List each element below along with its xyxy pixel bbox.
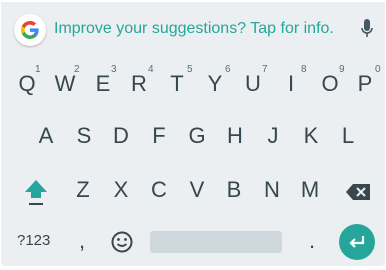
microphone-icon[interactable] [361, 19, 373, 44]
key-o[interactable]: O [319, 70, 341, 98]
key-d[interactable]: D [111, 122, 131, 150]
key-q[interactable]: Q [17, 70, 37, 98]
key-hint-5: 5 [187, 64, 193, 75]
key-m[interactable]: M [299, 176, 321, 204]
key-t[interactable]: T [167, 70, 187, 98]
keyboard: Improve your suggestions? Tap for info. … [1, 2, 385, 266]
key-w[interactable]: W [53, 70, 77, 98]
key-s[interactable]: S [74, 122, 94, 150]
key-hint-8: 8 [301, 64, 307, 75]
key-i[interactable]: I [283, 70, 299, 98]
key-u[interactable]: U [243, 70, 263, 98]
key-hint-0: 0 [375, 64, 381, 75]
period-key[interactable]: . [309, 228, 315, 254]
key-b[interactable]: B [224, 176, 244, 204]
backspace-icon[interactable] [346, 184, 370, 205]
key-y[interactable]: Y [205, 70, 225, 98]
key-k[interactable]: K [301, 122, 321, 150]
key-v[interactable]: V [187, 176, 207, 204]
key-hint-6: 6 [225, 64, 231, 75]
key-z[interactable]: Z [73, 176, 93, 204]
spacebar[interactable] [150, 231, 282, 253]
key-c[interactable]: C [149, 176, 169, 204]
google-g-icon[interactable] [14, 14, 46, 46]
key-g[interactable]: G [187, 122, 207, 150]
key-j[interactable]: J [263, 122, 283, 150]
comma-key[interactable]: , [79, 228, 85, 254]
key-h[interactable]: H [225, 122, 245, 150]
key-a[interactable]: A [36, 122, 56, 150]
key-e[interactable]: E [93, 70, 113, 98]
key-l[interactable]: L [338, 122, 358, 150]
symbols-key[interactable]: ?123 [17, 232, 50, 249]
key-r[interactable]: R [129, 70, 149, 98]
suggestion-strip[interactable]: Improve your suggestions? Tap for info. [1, 2, 385, 56]
key-f[interactable]: F [149, 122, 169, 150]
key-x[interactable]: X [111, 176, 131, 204]
enter-icon [349, 236, 365, 248]
enter-key[interactable] [339, 224, 375, 260]
key-n[interactable]: N [262, 176, 282, 204]
suggestion-hint-text[interactable]: Improve your suggestions? Tap for info. [54, 20, 334, 38]
shift-icon[interactable] [23, 178, 49, 213]
key-p[interactable]: P [355, 70, 375, 98]
emoji-icon[interactable] [111, 231, 133, 258]
